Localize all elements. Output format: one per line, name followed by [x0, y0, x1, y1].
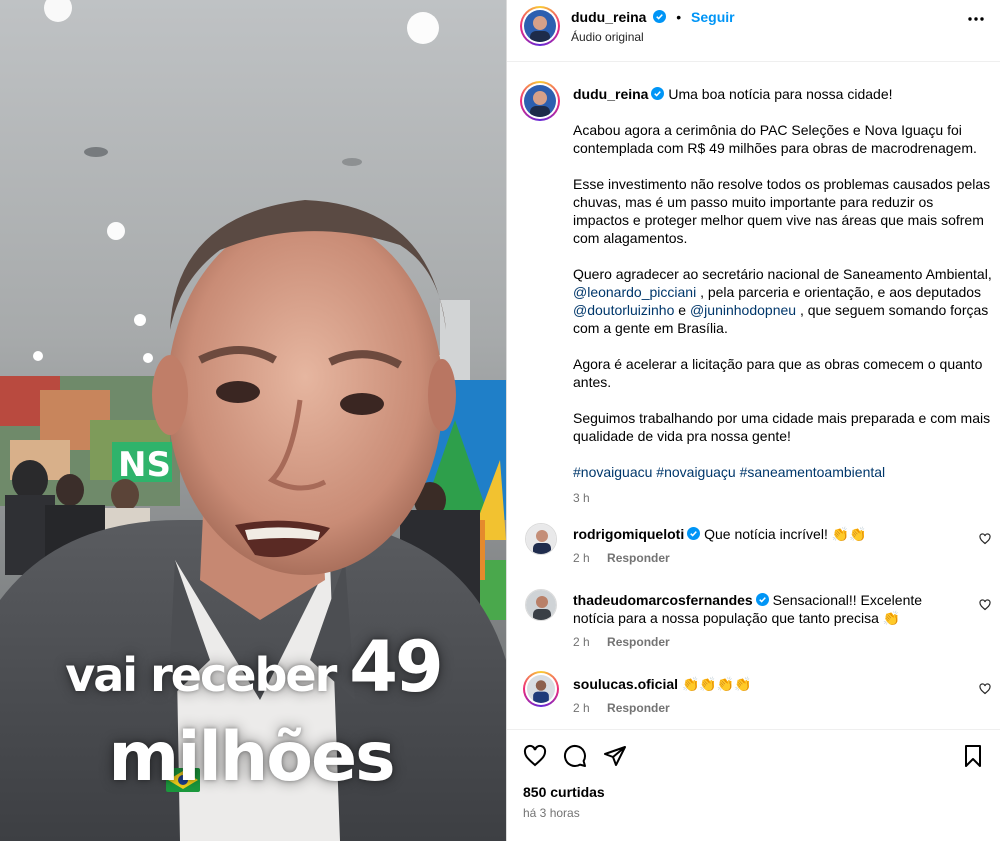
avatar-image — [526, 590, 556, 620]
comment-time[interactable]: 2 h — [573, 701, 590, 715]
caption-headline: Uma boa notícia para nossa cidade! — [668, 86, 893, 102]
post-header: dudu_reina • Seguir Áudio original — [507, 0, 1000, 62]
comment-meta: 2 h Responder — [573, 635, 670, 649]
video-frame: NS — [0, 0, 506, 841]
verified-badge-icon — [755, 593, 769, 606]
post-actions-bar: 850 curtidas há 3 horas — [507, 729, 1000, 841]
comment-meta: 2 h Responder — [573, 551, 670, 565]
share-paper-plane-icon[interactable] — [603, 744, 627, 768]
post-caption: dudu_reina Uma boa notícia para nossa ci… — [573, 85, 993, 507]
commenter-avatar[interactable] — [525, 589, 557, 621]
video-caption-line2: milhões — [108, 718, 395, 797]
author-username[interactable]: dudu_reina — [571, 9, 646, 25]
verified-badge-icon — [651, 87, 665, 100]
avatar-image — [527, 675, 555, 703]
caption-username[interactable]: dudu_reina — [573, 86, 648, 102]
verified-badge-icon — [653, 10, 667, 23]
caption-paragraph-3: Quero agradecer ao secretário nacional d… — [573, 265, 993, 337]
comments-section[interactable]: dudu_reina Uma boa notícia para nossa ci… — [507, 63, 1000, 729]
caption-number: 49 — [349, 626, 443, 708]
post-video[interactable]: NS vai receber 49 milhões — [0, 0, 506, 841]
comment-bubble-icon[interactable] — [563, 744, 587, 768]
caption-timestamp[interactable]: 3 h — [573, 489, 993, 507]
comment-text: Que notícia incrível! 👏👏 — [704, 526, 867, 542]
comment-text-block: thadeudomarcosfernandes Sensacional!! Ex… — [573, 591, 958, 627]
caption-paragraph-1: Acabou agora a cerimônia do PAC Seleções… — [573, 122, 977, 156]
header-user-line: dudu_reina • Seguir — [571, 9, 735, 25]
caption-paragraph-5: Seguimos trabalhando por uma cidade mais… — [573, 410, 991, 444]
commenter-avatar[interactable] — [523, 671, 559, 707]
comment-text: 👏👏👏👏 — [681, 676, 752, 692]
comment-like-heart-icon[interactable] — [979, 599, 991, 611]
comment-like-heart-icon[interactable] — [979, 683, 991, 695]
comment-username[interactable]: thadeudomarcosfernandes — [573, 592, 753, 608]
caption-paragraph-2: Esse investimento não resolve todos os p… — [573, 176, 991, 246]
reply-button[interactable]: Responder — [607, 551, 670, 565]
separator-dot: • — [676, 9, 682, 25]
banner-text: NS — [118, 445, 171, 485]
save-bookmark-icon[interactable] — [961, 744, 985, 768]
post-side-panel: dudu_reina • Seguir Áudio original dudu_… — [506, 0, 1000, 841]
avatar-image — [526, 524, 556, 554]
caption-author-avatar[interactable] — [520, 81, 560, 121]
caption-p3-text-a: Quero agradecer ao secretário nacional d… — [573, 266, 992, 282]
more-options-icon[interactable] — [967, 16, 985, 22]
commenter-avatar[interactable] — [525, 523, 557, 555]
caption-text-receber: vai receber — [65, 648, 337, 702]
avatar-image — [524, 85, 556, 117]
mention-doutorluizinho[interactable]: @doutorluizinho — [573, 302, 674, 318]
comment-time[interactable]: 2 h — [573, 635, 590, 649]
comment-text-block: rodrigomiqueloti Que notícia incrível! 👏… — [573, 525, 958, 543]
post-date[interactable]: há 3 horas — [523, 806, 580, 820]
hashtag-link[interactable]: #novaiguaçu — [656, 464, 735, 480]
video-caption-line1: vai receber 49 — [0, 632, 506, 710]
author-avatar[interactable] — [520, 6, 560, 46]
comment-item: thadeudomarcosfernandes Sensacional!! Ex… — [507, 585, 1000, 661]
comment-item: soulucas.oficial 👏👏👏👏 2 h Responder — [507, 669, 1000, 729]
comment-username[interactable]: soulucas.oficial — [573, 676, 678, 692]
comment-like-heart-icon[interactable] — [979, 533, 991, 545]
comment-text-block: soulucas.oficial 👏👏👏👏 — [573, 675, 958, 693]
caption-paragraph-4: Agora é acelerar a licitação para que as… — [573, 356, 983, 390]
comment-item: rodrigomiqueloti Que notícia incrível! 👏… — [507, 519, 1000, 579]
reply-button[interactable]: Responder — [607, 701, 670, 715]
avatar-image — [524, 10, 556, 42]
hashtag-link[interactable]: #saneamentoambiental — [740, 464, 886, 480]
follow-button[interactable]: Seguir — [691, 9, 735, 25]
comment-meta: 2 h Responder — [573, 701, 670, 715]
reply-button[interactable]: Responder — [607, 635, 670, 649]
audio-label[interactable]: Áudio original — [571, 30, 644, 44]
mention-leonardo-picciani[interactable]: @leonardo_picciani — [573, 284, 696, 300]
like-heart-icon[interactable] — [523, 744, 547, 768]
comment-username[interactable]: rodrigomiqueloti — [573, 526, 684, 542]
instagram-post-view: NS vai receber 49 milhões dudu_reina • S… — [0, 0, 1000, 841]
verified-badge-icon — [687, 527, 701, 540]
caption-p3-text-c: e — [674, 302, 690, 318]
likes-count[interactable]: 850 curtidas — [523, 784, 605, 800]
comment-time[interactable]: 2 h — [573, 551, 590, 565]
mention-juninhodopneu[interactable]: @juninhodopneu — [690, 302, 796, 318]
caption-p3-text-b: , pela parceria e orientação, e aos depu… — [696, 284, 982, 300]
caption-hashtags: #novaiguacu #novaiguaçu #saneamentoambie… — [573, 463, 993, 481]
hashtag-link[interactable]: #novaiguacu — [573, 464, 652, 480]
